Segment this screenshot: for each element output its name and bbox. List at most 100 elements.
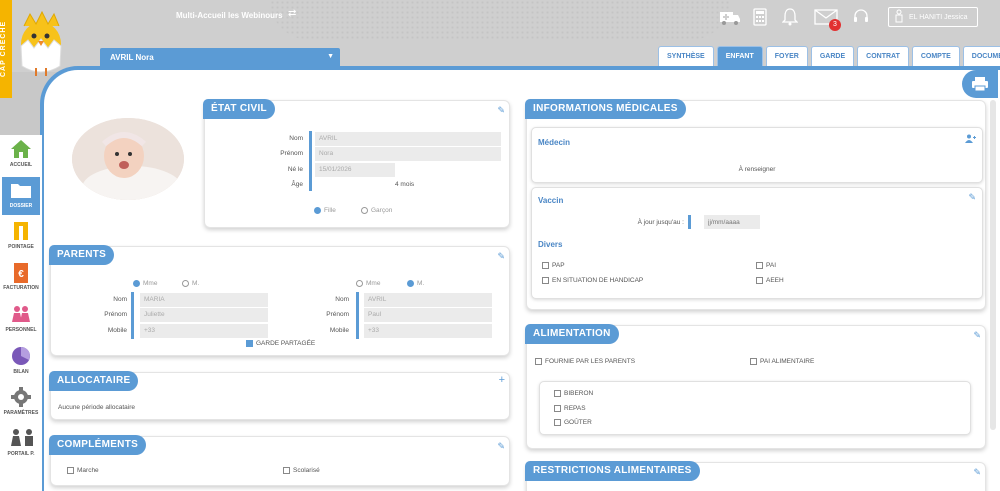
pap-label: PAP xyxy=(552,262,565,270)
tab-synthese[interactable]: SYNTHÈSE xyxy=(658,46,714,66)
sidebar-item-accueil[interactable]: ACCUEIL xyxy=(2,139,40,168)
aeeh-checkbox[interactable]: AEEH xyxy=(756,277,784,284)
chick-logo-icon[interactable] xyxy=(16,6,66,76)
parent2-mobile-field[interactable]: +33 xyxy=(364,324,492,338)
checkbox-icon xyxy=(756,262,763,269)
child-selector-value: AVRIL Nora xyxy=(110,53,154,62)
checkbox-icon xyxy=(67,467,74,474)
sidebar-item-pointage[interactable]: POINTAGE xyxy=(2,221,40,250)
edit-icon[interactable]: ✎ xyxy=(973,467,981,478)
user-name: EL HANITI Jessica xyxy=(909,13,968,21)
biberon-label: BIBERON xyxy=(564,390,594,398)
checkbox-icon xyxy=(542,262,549,269)
parent1-nom-field[interactable]: MARIA xyxy=(140,293,268,307)
gear-icon xyxy=(10,387,32,407)
sidebar-item-facturation[interactable]: € FACTURATION xyxy=(2,262,40,291)
swap-facility-icon[interactable]: ⇄ xyxy=(288,8,296,19)
edit-icon[interactable]: ✎ xyxy=(497,251,505,262)
radio-icon xyxy=(182,280,189,287)
repas-checkbox[interactable]: REPAS xyxy=(554,405,586,412)
invoice-icon: € xyxy=(10,262,32,283)
shared-custody-checkbox[interactable]: GARDE PARTAGÉE xyxy=(246,340,315,347)
gender-fille-label: Fille xyxy=(324,207,336,215)
pai-checkbox[interactable]: PAI xyxy=(756,262,776,269)
repas-label: REPAS xyxy=(564,405,586,413)
field-bar xyxy=(688,215,691,229)
restrictions-title: RESTRICTIONS ALIMENTAIRES xyxy=(525,461,700,481)
ambulance-icon[interactable] xyxy=(719,7,741,27)
parent1-mobile-field[interactable]: +33 xyxy=(140,324,268,338)
child-photo[interactable] xyxy=(72,118,184,200)
civility-m-label: M. xyxy=(192,280,200,288)
bell-icon[interactable] xyxy=(779,7,801,27)
chevron-down-icon: ▼ xyxy=(327,53,334,60)
age-value: 4 mois xyxy=(395,181,415,188)
prenom-field[interactable]: Nora xyxy=(315,147,501,161)
record-tabs: SYNTHÈSE ENFANT FOYER GARDE CONTRAT COMP… xyxy=(658,46,1000,66)
alimentation-panel: ALIMENTATION ✎ FOURNIE PAR LES PARENTS P… xyxy=(525,324,986,449)
add-doctor-icon[interactable] xyxy=(965,134,976,145)
family-icon xyxy=(10,428,33,448)
parent1-prenom-field[interactable]: Juliette xyxy=(140,308,268,322)
add-icon[interactable]: + xyxy=(499,374,505,386)
fournie-parents-label: FOURNIE PAR LES PARENTS xyxy=(545,358,636,366)
tab-documents[interactable]: DOCUMENTS xyxy=(962,46,1000,66)
chart-icon xyxy=(10,346,32,366)
pap-checkbox[interactable]: PAP xyxy=(542,262,565,269)
tab-enfant[interactable]: ENFANT xyxy=(716,46,763,66)
parent1-m-radio[interactable]: M. xyxy=(182,280,199,287)
scolarise-checkbox[interactable]: Scolarisé xyxy=(283,467,320,474)
parent1-mme-radio[interactable]: Mme xyxy=(133,280,157,287)
tab-contrat[interactable]: CONTRAT xyxy=(857,46,909,66)
user-menu[interactable]: EL HANITI Jessica xyxy=(888,7,978,27)
fournie-parents-checkbox[interactable]: FOURNIE PAR LES PARENTS xyxy=(535,358,635,365)
allocataire-text: Aucune période allocataire xyxy=(58,404,135,411)
biberon-checkbox[interactable]: BIBERON xyxy=(554,390,593,397)
edit-icon[interactable]: ✎ xyxy=(968,192,976,203)
print-button[interactable] xyxy=(962,70,998,98)
child-selector[interactable]: AVRIL Nora ▼ xyxy=(100,48,340,66)
staff-icon xyxy=(10,304,32,324)
tab-garde[interactable]: GARDE xyxy=(810,46,855,66)
sidebar-item-parametres[interactable]: PARAMÈTRES xyxy=(2,387,40,416)
marche-checkbox[interactable]: Marche xyxy=(67,467,99,474)
edit-icon[interactable]: ✎ xyxy=(497,441,505,452)
headset-icon[interactable] xyxy=(850,7,872,27)
parent2-m-radio[interactable]: M. xyxy=(407,280,424,287)
vaccine-section: Vaccin ✎ À jour jusqu'au : Divers PAP PA… xyxy=(531,187,983,299)
parents-title: PARENTS xyxy=(49,245,115,265)
parent2-prenom-field[interactable]: Paul xyxy=(364,308,492,322)
sidebar-item-label: DOSSIER xyxy=(9,203,33,209)
parent2-mme-radio[interactable]: Mme xyxy=(356,280,380,287)
edit-icon[interactable]: ✎ xyxy=(973,330,981,341)
sidebar-item-portail[interactable]: PORTAIL P. xyxy=(2,428,40,457)
radio-icon xyxy=(407,280,414,287)
field-bar xyxy=(356,292,359,339)
checkbox-icon xyxy=(283,467,290,474)
sidebar-item-bilan[interactable]: BILAN xyxy=(2,346,40,375)
birthdate-label: Né le xyxy=(287,166,303,173)
sidebar-item-personnel[interactable]: PERSONNEL xyxy=(2,304,40,333)
edit-icon[interactable]: ✎ xyxy=(497,105,505,116)
gender-garcon-radio[interactable]: Garçon xyxy=(361,207,392,214)
gouter-checkbox[interactable]: GOÛTER xyxy=(554,419,592,426)
nom-field[interactable]: AVRIL xyxy=(315,132,501,146)
restrictions-panel: RESTRICTIONS ALIMENTAIRES ✎ xyxy=(525,461,986,491)
checkbox-icon xyxy=(554,405,561,412)
calculator-icon[interactable] xyxy=(749,7,771,27)
vaccine-date-input[interactable] xyxy=(704,215,760,229)
parent2-nom-field[interactable]: AVRIL xyxy=(364,293,492,307)
tab-foyer[interactable]: FOYER xyxy=(765,46,808,66)
handicap-label: EN SITUATION DE HANDICAP xyxy=(552,277,644,285)
sidebar-item-dossier[interactable]: DOSSIER xyxy=(2,177,40,215)
medical-panel: INFORMATIONS MÉDICALES Médecin À renseig… xyxy=(525,99,986,310)
gender-fille-radio[interactable]: Fille xyxy=(314,207,336,214)
parents-panel: PARENTS ✎ Mme M. Nom MARIA Prénom Juliet… xyxy=(49,245,510,356)
pai-alimentaire-checkbox[interactable]: PAI ALIMENTAIRE xyxy=(750,358,814,365)
scrollbar[interactable] xyxy=(990,100,996,430)
printer-icon xyxy=(972,77,988,92)
handicap-checkbox[interactable]: EN SITUATION DE HANDICAP xyxy=(542,277,643,284)
tab-compte[interactable]: COMPTE xyxy=(911,46,960,66)
birthdate-field[interactable]: 15/01/2026 xyxy=(315,163,395,177)
field-bar xyxy=(309,131,312,191)
